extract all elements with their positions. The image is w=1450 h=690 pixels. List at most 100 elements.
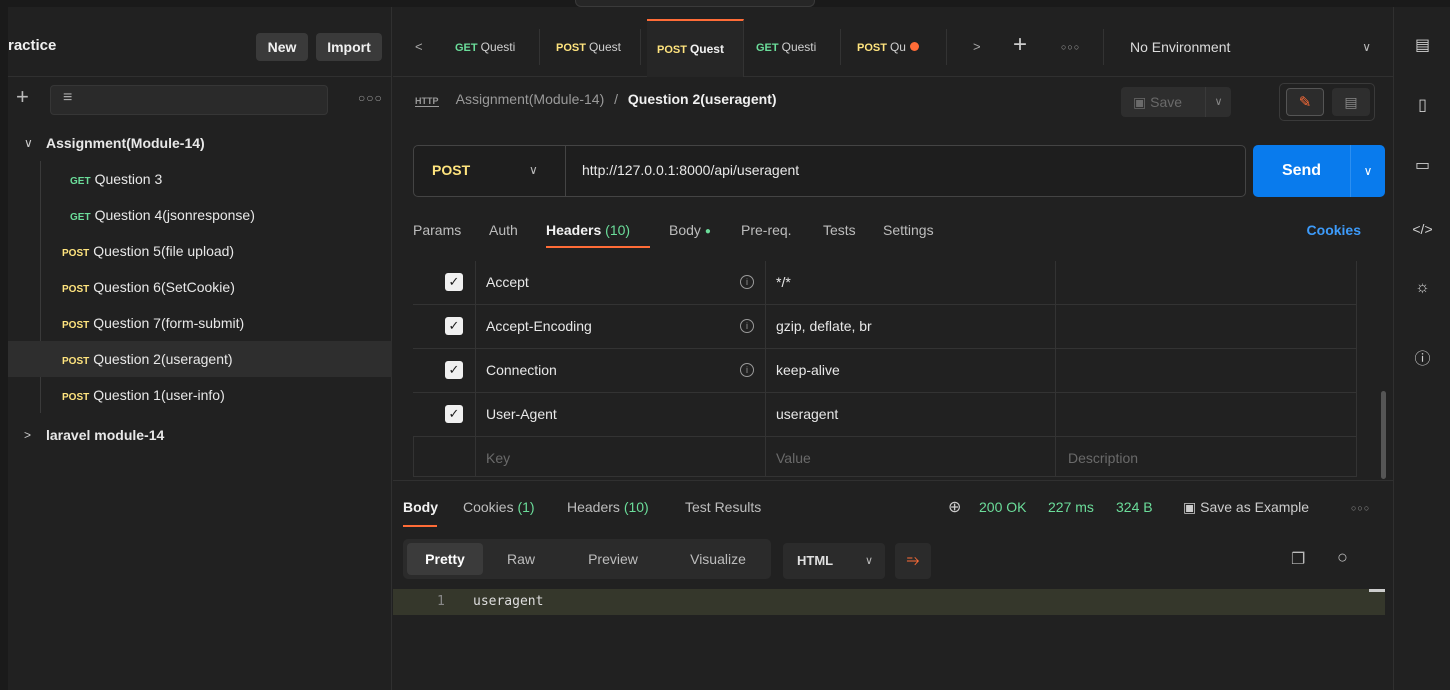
sidebar-item-question-2[interactable]: POST Question 2(useragent) (8, 341, 392, 377)
info-icon[interactable]: i (740, 275, 754, 289)
header-description[interactable] (1055, 349, 1357, 393)
more-options-icon[interactable]: ○○○ (358, 91, 383, 105)
view-pretty[interactable]: Pretty (407, 543, 483, 575)
copy-icon[interactable]: ❐ (1291, 549, 1305, 569)
value-placeholder[interactable]: Value (765, 437, 1055, 477)
comments-icon[interactable]: ▭ (1394, 155, 1450, 175)
tab-params[interactable]: Params (413, 222, 461, 238)
header-description[interactable] (1055, 261, 1357, 305)
lightbulb-icon[interactable]: ☼ (1394, 279, 1450, 297)
header-description[interactable] (1055, 305, 1357, 349)
sidebar-item-question-5[interactable]: POST Question 5(file upload) (8, 233, 392, 269)
plus-icon[interactable]: + (16, 85, 29, 109)
response-size[interactable]: 324 B (1116, 499, 1153, 515)
method-badge: POST (657, 44, 687, 56)
checkbox[interactable]: ✓ (445, 273, 463, 291)
tab-request[interactable]: GET Questi (746, 29, 841, 65)
tab-fade (822, 29, 840, 65)
request-name: Question 2(useragent) (93, 351, 233, 367)
checkbox[interactable]: ✓ (445, 405, 463, 423)
view-raw[interactable]: Raw (491, 543, 551, 575)
cookies-link[interactable]: Cookies (1307, 222, 1361, 238)
response-time[interactable]: 227 ms (1048, 499, 1094, 515)
checkbox[interactable]: ✓ (445, 361, 463, 379)
status-code[interactable]: 200 OK (979, 499, 1026, 515)
pencil-icon[interactable]: ✎ (1286, 88, 1324, 116)
response-code-line[interactable]: 1 useragent (393, 589, 1385, 615)
scrollbar-thumb[interactable] (1381, 391, 1386, 479)
info-icon[interactable]: i (740, 319, 754, 333)
method-select[interactable]: POST ∨ (414, 146, 566, 196)
header-key[interactable]: Accept (475, 261, 765, 305)
url-input[interactable]: http://127.0.0.1:8000/api/useragent (582, 162, 799, 178)
sidebar-item-question-3[interactable]: GET Question 3 (8, 161, 392, 197)
chevron-down-icon[interactable]: ∨ (1205, 87, 1231, 117)
workspace-name[interactable]: ractice (8, 37, 56, 54)
tab-headers[interactable]: Headers (10) (546, 222, 630, 238)
checkbox[interactable]: ✓ (445, 317, 463, 335)
more-options-icon[interactable]: ○○○ (1351, 503, 1370, 513)
send-button[interactable]: Send ∨ (1253, 145, 1385, 197)
view-visualize[interactable]: Visualize (671, 543, 765, 575)
response-tab-body[interactable]: Body (403, 499, 438, 515)
documentation-icon[interactable]: ▯ (1394, 95, 1450, 115)
info-icon[interactable]: ⓘ (1394, 345, 1450, 369)
more-tabs-icon[interactable]: ○○○ (1061, 42, 1080, 52)
environment-select[interactable]: No Environment ∨ (1103, 29, 1393, 65)
tab-prereq[interactable]: Pre-req. (741, 222, 792, 238)
mode-toggle: ✎ ▤ (1279, 83, 1375, 121)
tab-request[interactable]: POST Quest (546, 29, 641, 65)
info-icon[interactable]: i (740, 363, 754, 377)
header-value[interactable]: gzip, deflate, br (765, 305, 1055, 349)
headers-scrollbar[interactable] (1378, 261, 1388, 481)
header-value[interactable]: keep-alive (765, 349, 1055, 393)
chevron-right-icon[interactable]: > (973, 39, 981, 54)
import-button[interactable]: Import (316, 33, 382, 61)
language-select[interactable]: HTML ∨ (783, 543, 885, 579)
collection-laravel[interactable]: > laravel module-14 (8, 417, 392, 453)
code-scroll-marker (1369, 589, 1385, 592)
response-tab-test-results[interactable]: Test Results (685, 499, 761, 515)
headers-count: (10) (605, 222, 631, 238)
tab-tests[interactable]: Tests (823, 222, 856, 238)
breadcrumb-collection[interactable]: Assignment(Module-14) (456, 91, 605, 107)
tab-request-unsaved[interactable]: POST Qu (847, 29, 947, 65)
environment-quicklook-icon[interactable]: ▤ (1394, 35, 1450, 55)
header-key[interactable]: Connection (475, 349, 765, 393)
save-button[interactable]: ▣ Save ∨ (1121, 87, 1231, 117)
add-tab-icon[interactable]: + (1013, 31, 1027, 59)
header-key[interactable]: User-Agent (475, 393, 765, 437)
search-icon[interactable]: ○ (1337, 547, 1348, 568)
chevron-left-icon[interactable]: < (415, 39, 423, 54)
left-edge (0, 7, 8, 690)
new-button[interactable]: New (256, 33, 308, 61)
header-value[interactable]: useragent (765, 393, 1055, 437)
header-description[interactable] (1055, 393, 1357, 437)
collection-assignment[interactable]: ∨ Assignment(Module-14) (8, 125, 392, 161)
chevron-down-icon: ∨ (864, 555, 873, 567)
view-preview[interactable]: Preview (571, 543, 655, 575)
key-placeholder[interactable]: Key (475, 437, 765, 477)
tab-settings[interactable]: Settings (883, 222, 934, 238)
sidebar-item-question-6[interactable]: POST Question 6(SetCookie) (8, 269, 392, 305)
document-icon[interactable]: ▤ (1332, 88, 1370, 116)
response-tab-headers[interactable]: Headers (10) (567, 499, 649, 515)
sidebar-item-question-7[interactable]: POST Question 7(form-submit) (8, 305, 392, 341)
chevron-down-icon[interactable]: ∨ (1351, 145, 1385, 197)
sidebar-item-question-1[interactable]: POST Question 1(user-info) (8, 377, 392, 413)
save-example-button[interactable]: ▣ Save as Example (1183, 499, 1309, 516)
header-value[interactable]: */* (765, 261, 1055, 305)
tab-request[interactable]: GET Questi (445, 29, 540, 65)
globe-icon[interactable]: ⊕ (948, 497, 961, 517)
wrap-lines-icon[interactable]: ⥱ (895, 543, 931, 579)
filter-input[interactable]: ≡ (50, 85, 328, 115)
tab-request-active[interactable]: POST Quest (647, 19, 744, 77)
description-placeholder[interactable]: Description (1055, 437, 1357, 477)
breadcrumb-request[interactable]: Question 2(useragent) (628, 91, 777, 107)
code-icon[interactable]: </> (1394, 221, 1450, 237)
header-key[interactable]: Accept-Encoding (475, 305, 765, 349)
tab-body[interactable]: Body ● (669, 222, 711, 238)
sidebar-item-question-4[interactable]: GET Question 4(jsonresponse) (8, 197, 392, 233)
response-tab-cookies[interactable]: Cookies (1) (463, 499, 535, 515)
tab-auth[interactable]: Auth (489, 222, 518, 238)
